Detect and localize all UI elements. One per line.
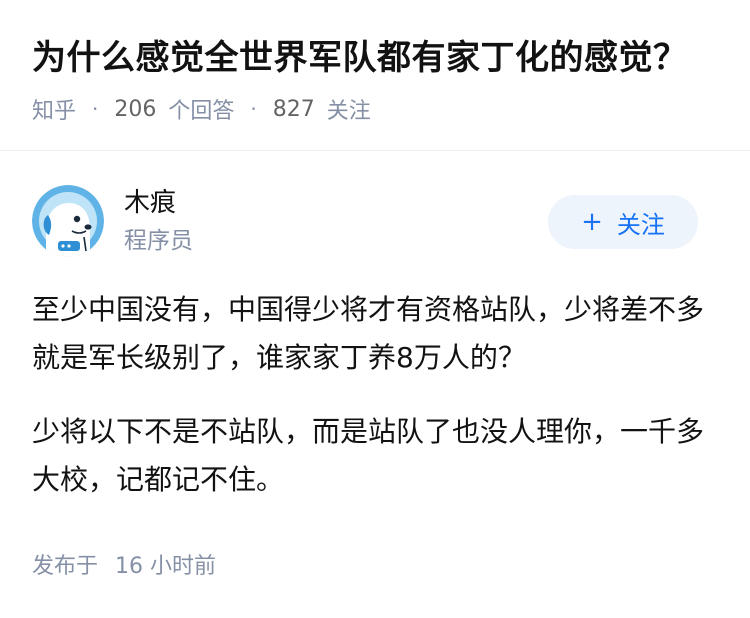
question-meta: 知乎 · 206 个回答 · 827 关注 <box>32 92 371 126</box>
meta-separator: · <box>250 97 257 121</box>
avatar[interactable] <box>32 185 104 257</box>
follower-count: 827 <box>272 96 315 122</box>
author-headline: 程序员 <box>124 228 193 254</box>
blue-cartoon-dog-avatar-icon <box>32 185 104 257</box>
follow-button[interactable]: + 关注 <box>548 195 698 249</box>
source-label: 知乎 <box>32 99 77 124</box>
author-name[interactable]: 木痕 <box>124 185 176 221</box>
question-header: 为什么感觉全世界军队都有家丁化的感觉？ 知乎 · 206 个回答 · 827 关… <box>0 0 750 150</box>
follower-count-label: 关注 <box>326 99 371 124</box>
answer-paragraph: 至少中国没有，中国得少将才有资格站队，少将差不多就是军长级别了，谁家家丁养8万人… <box>32 293 705 374</box>
publish-label: 发布于 <box>32 554 99 579</box>
publish-time: 发布于 16 小时前 <box>32 551 216 583</box>
answer-card: 木痕 程序员 + 关注 至少中国没有，中国得少将才有资格站队，少将差不多就是军长… <box>0 151 750 618</box>
follow-button-label: 关注 <box>616 210 665 239</box>
question-title[interactable]: 为什么感觉全世界军队都有家丁化的感觉？ <box>32 34 688 82</box>
answer-count: 206 <box>114 96 157 122</box>
publish-time-value: 16 小时前 <box>115 554 217 579</box>
plus-icon: + <box>581 207 603 237</box>
answer-count-label[interactable]: 个回答 <box>168 93 234 125</box>
answer-paragraph: 少将以下不是不站队，而是站队了也没人理你，一千多大校，记都记不住。 <box>32 415 705 496</box>
meta-separator: · <box>92 97 99 121</box>
answer-body: 至少中国没有，中国得少将才有资格站队，少将差不多就是军长级别了，谁家家丁养8万人… <box>32 286 718 530</box>
